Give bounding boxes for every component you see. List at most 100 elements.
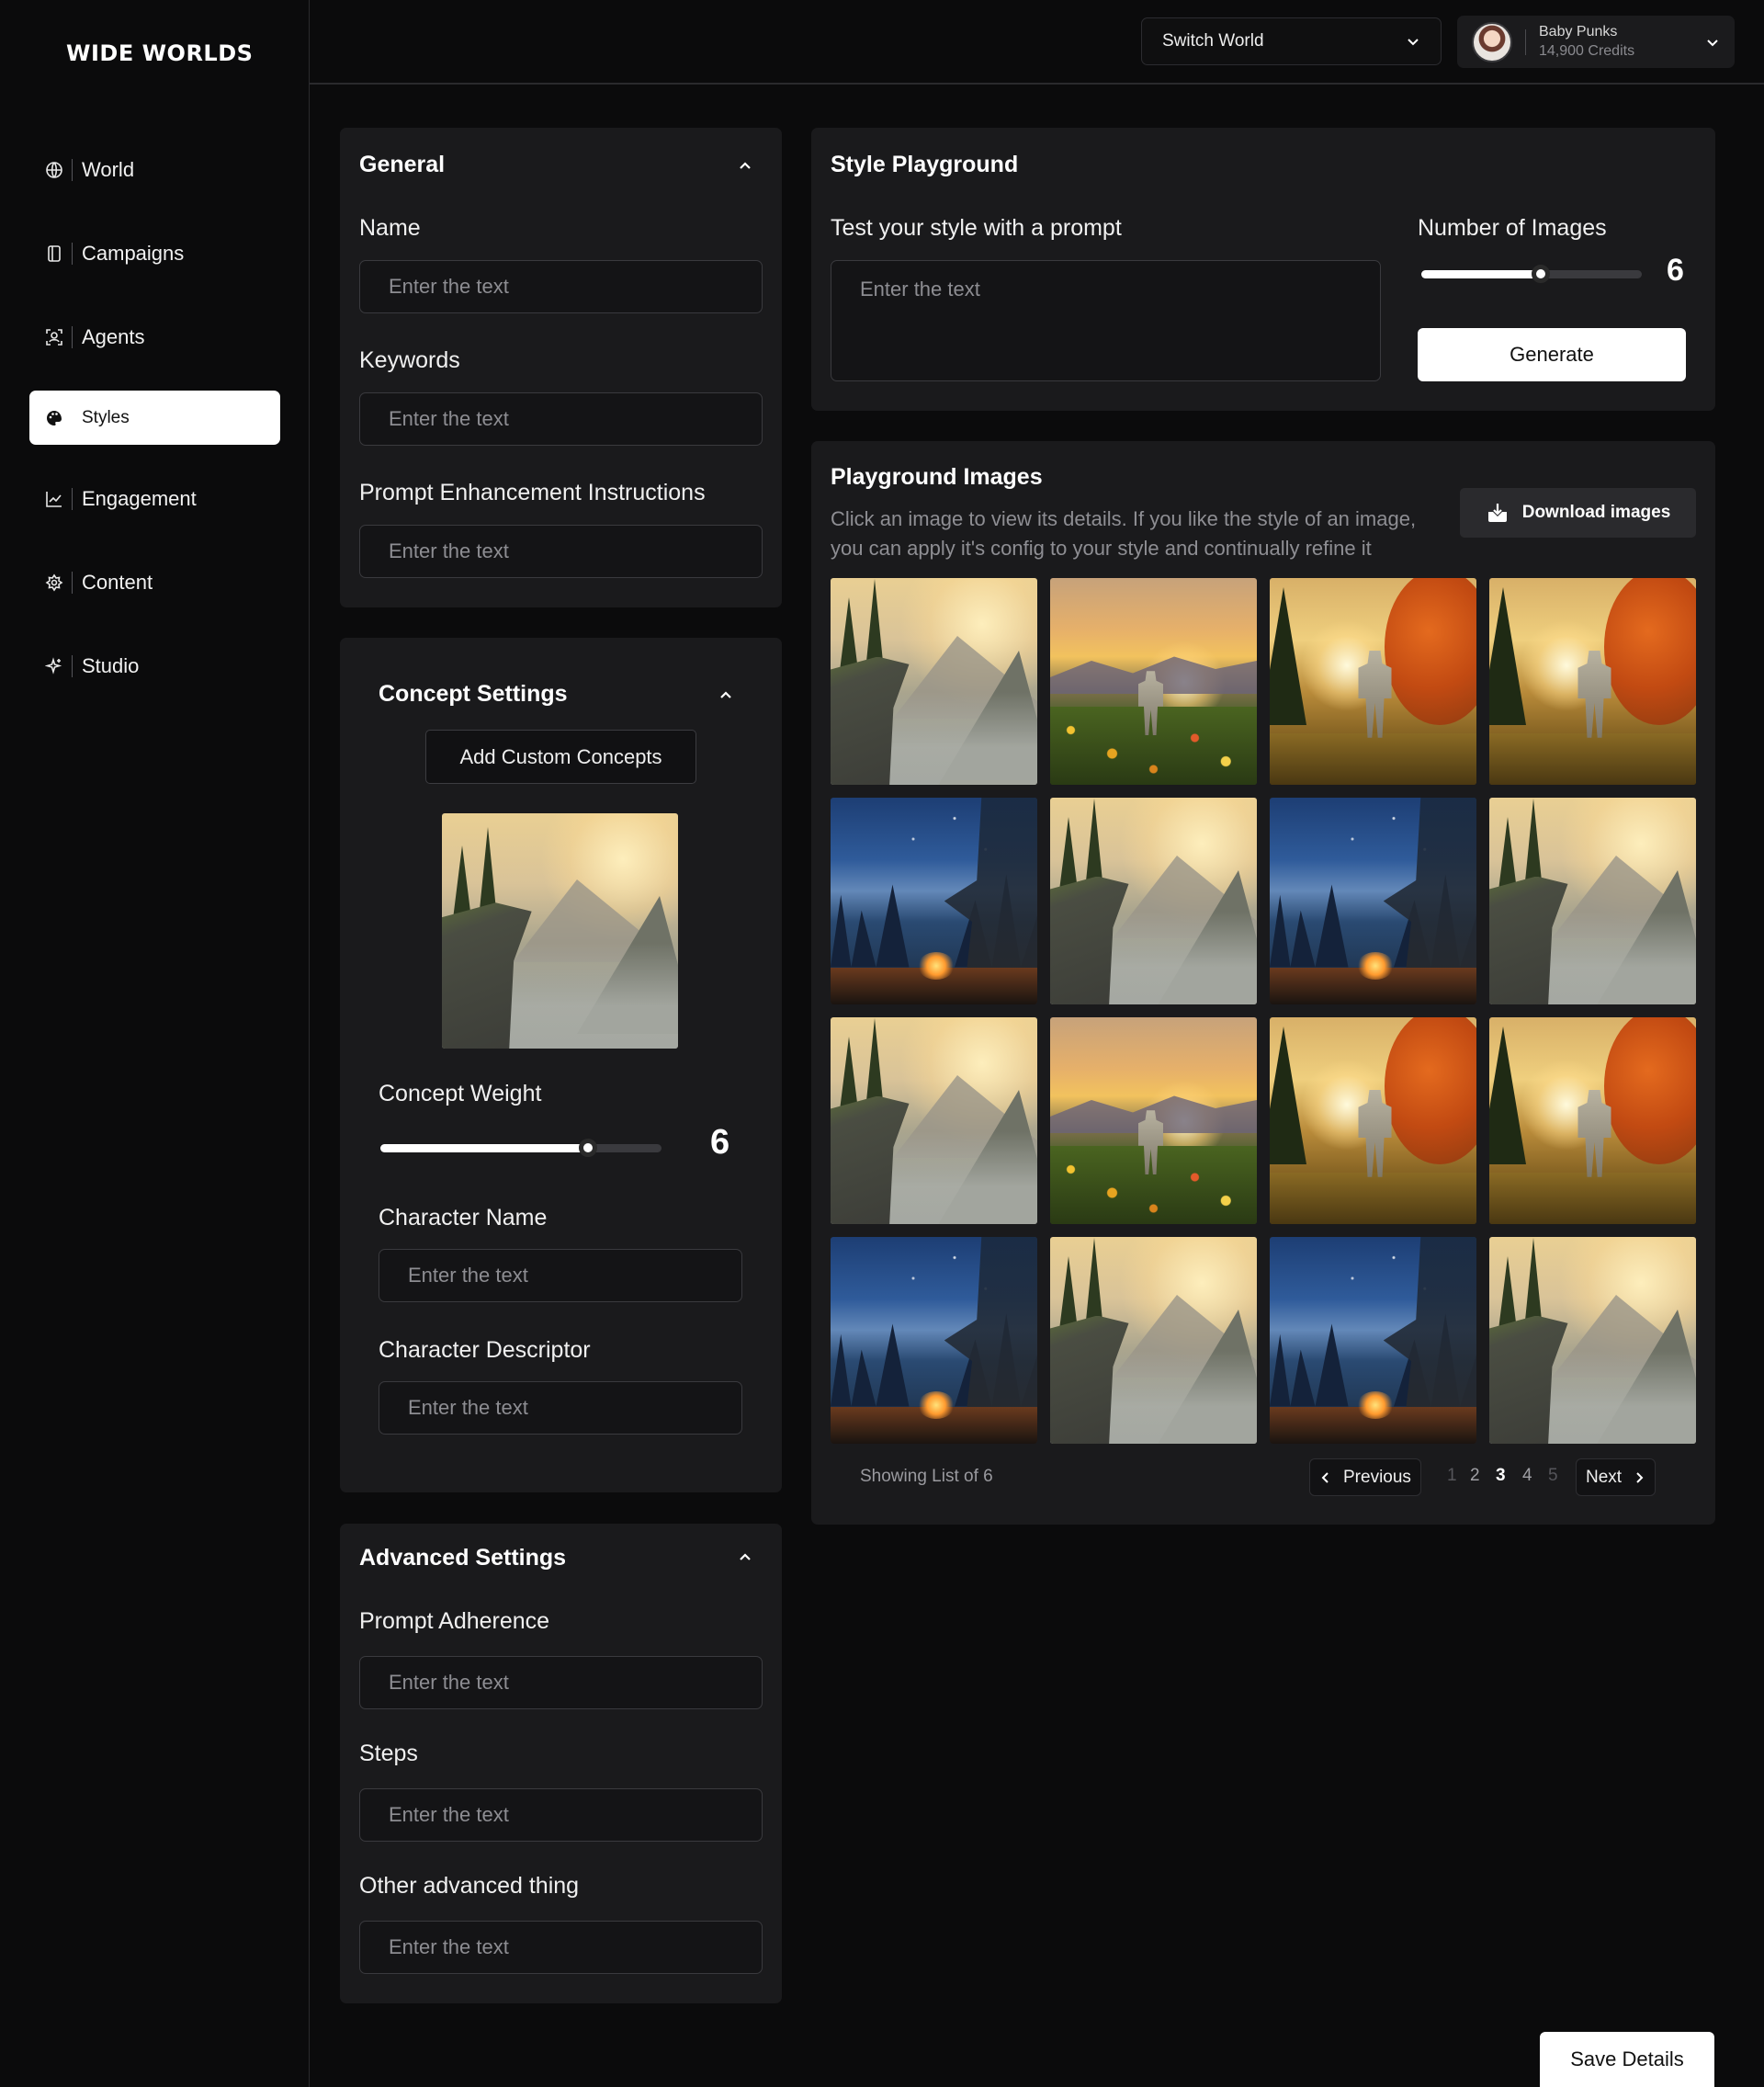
test-prompt-label: Test your style with a prompt xyxy=(831,215,1122,241)
sidebar-item-engagement[interactable]: Engagement xyxy=(29,471,280,526)
gear-star-icon xyxy=(44,573,64,593)
sidebar-item-label: Engagement xyxy=(82,486,197,510)
avatar xyxy=(1472,21,1512,62)
character-name-label: Character Name xyxy=(379,1205,548,1231)
keywords-label: Keywords xyxy=(359,347,460,373)
sidebar-item-content[interactable]: Content xyxy=(29,555,280,609)
user-menu[interactable]: Baby Punks 14,900 Credits xyxy=(1457,16,1735,68)
concept-settings-title: Concept Settings xyxy=(379,681,568,707)
switch-world-label: Switch World xyxy=(1162,31,1264,51)
test-prompt-input[interactable] xyxy=(831,260,1381,381)
page-number-current[interactable]: 3 xyxy=(1496,1466,1506,1486)
image-scene-meadow xyxy=(1050,1017,1257,1224)
sidebar-item-label: Styles xyxy=(82,407,130,427)
user-menu-separator xyxy=(1525,28,1526,55)
app-logo: WIDE WORLDS xyxy=(66,40,254,66)
chevron-down-icon xyxy=(1707,39,1718,46)
generate-button[interactable]: Generate xyxy=(1418,328,1686,381)
advanced-settings-card: Advanced Settings Prompt Adherence Steps… xyxy=(340,1524,782,2003)
save-details-button[interactable]: Save Details xyxy=(1540,2032,1714,2087)
header-divider xyxy=(310,83,1764,85)
slider-handle[interactable] xyxy=(1531,265,1550,283)
add-custom-concepts-button[interactable]: Add Custom Concepts xyxy=(425,730,696,784)
character-descriptor-input[interactable] xyxy=(379,1381,742,1435)
image-scene-cliff xyxy=(831,1017,1037,1224)
book-icon xyxy=(44,244,64,264)
playground-image[interactable] xyxy=(1489,1237,1696,1444)
sidebar-item-styles[interactable]: Styles xyxy=(29,391,280,445)
other-advanced-input[interactable] xyxy=(359,1921,763,1974)
download-images-button[interactable]: Download images xyxy=(1460,488,1696,538)
playground-image[interactable] xyxy=(1050,578,1257,785)
playground-images-description: Click an image to view its details. If y… xyxy=(831,507,1417,560)
next-page-button[interactable]: Next xyxy=(1576,1458,1657,1496)
playground-image[interactable] xyxy=(1050,1017,1257,1224)
previous-label: Previous xyxy=(1343,1467,1411,1487)
image-scene-night xyxy=(1270,798,1476,1004)
nav-separator xyxy=(72,325,73,348)
image-scene-meadow xyxy=(1050,578,1257,785)
chevron-up-icon[interactable] xyxy=(736,1548,754,1566)
playground-images-title: Playground Images xyxy=(831,464,1043,490)
playground-image[interactable] xyxy=(1489,578,1696,785)
steps-label: Steps xyxy=(359,1741,418,1766)
sidebar-item-label: Studio xyxy=(82,653,140,677)
sidebar-item-studio[interactable]: Studio xyxy=(29,639,280,693)
prompt-enhancement-input[interactable] xyxy=(359,525,763,578)
number-of-images-label: Number of Images xyxy=(1418,215,1607,241)
name-input[interactable] xyxy=(359,260,763,313)
previous-page-button[interactable]: Previous xyxy=(1309,1458,1421,1496)
nav-separator xyxy=(72,571,73,594)
advanced-settings-title: Advanced Settings xyxy=(359,1545,567,1571)
playground-image[interactable] xyxy=(1270,1017,1476,1224)
playground-image[interactable] xyxy=(1270,1237,1476,1444)
image-scene-cliff xyxy=(1489,798,1696,1004)
number-of-images-value: 6 xyxy=(1667,253,1684,288)
page-number[interactable]: 2 xyxy=(1470,1466,1480,1486)
switch-world-dropdown[interactable]: Switch World xyxy=(1141,17,1442,65)
sidebar-item-campaigns[interactable]: Campaigns xyxy=(29,226,280,280)
image-scene-cliff xyxy=(831,578,1037,785)
user-credits: 14,900 Credits xyxy=(1539,43,1635,59)
prompt-adherence-label: Prompt Adherence xyxy=(359,1608,550,1634)
playground-image[interactable] xyxy=(1270,578,1476,785)
playground-image[interactable] xyxy=(1489,1017,1696,1224)
user-name: Baby Punks xyxy=(1539,24,1618,40)
sidebar-item-label: Agents xyxy=(82,324,145,348)
playground-image[interactable] xyxy=(831,1237,1037,1444)
image-scene-robot xyxy=(1270,578,1476,785)
playground-image[interactable] xyxy=(1050,1237,1257,1444)
number-of-images-slider[interactable] xyxy=(1421,265,1642,283)
steps-input[interactable] xyxy=(359,1788,763,1842)
sidebar: WIDE WORLDS World Campaigns Agents Style… xyxy=(0,0,310,2087)
playground-image[interactable] xyxy=(831,798,1037,1004)
download-images-label: Download images xyxy=(1521,503,1671,522)
page-number[interactable]: 4 xyxy=(1522,1466,1532,1486)
page-number[interactable]: 1 xyxy=(1447,1466,1457,1486)
globe-icon xyxy=(44,160,64,180)
playground-image[interactable] xyxy=(831,1017,1037,1224)
sidebar-item-agents[interactable]: Agents xyxy=(29,310,280,364)
playground-image[interactable] xyxy=(1270,798,1476,1004)
chevron-up-icon[interactable] xyxy=(717,686,735,704)
image-scene-night xyxy=(831,798,1037,1004)
chevron-down-icon xyxy=(1408,39,1419,46)
playground-image[interactable] xyxy=(1489,798,1696,1004)
keywords-input[interactable] xyxy=(359,392,763,446)
prompt-enhancement-label: Prompt Enhancement Instructions xyxy=(359,480,706,505)
image-scene-robot xyxy=(1489,1017,1696,1224)
sidebar-item-world[interactable]: World xyxy=(29,142,280,197)
character-name-input[interactable] xyxy=(379,1249,742,1302)
style-playground-title: Style Playground xyxy=(831,152,1019,177)
user-info: Baby Punks 14,900 Credits xyxy=(1539,24,1705,60)
image-scene-cliff xyxy=(1489,1237,1696,1444)
chevron-up-icon[interactable] xyxy=(736,156,754,175)
concept-weight-label: Concept Weight xyxy=(379,1081,542,1106)
concept-image[interactable] xyxy=(442,813,678,1049)
page-number[interactable]: 5 xyxy=(1548,1466,1558,1486)
playground-image[interactable] xyxy=(831,578,1037,785)
slider-fill xyxy=(380,1144,589,1152)
playground-image[interactable] xyxy=(1050,798,1257,1004)
prompt-adherence-input[interactable] xyxy=(359,1656,763,1709)
concept-weight-slider[interactable] xyxy=(380,1139,662,1157)
